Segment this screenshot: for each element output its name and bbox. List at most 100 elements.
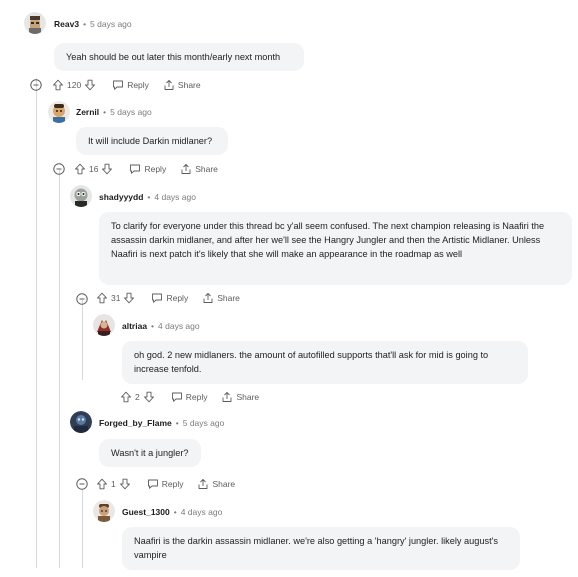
comment-meta: Forged_by_Flame • 5 days ago xyxy=(99,417,224,429)
timestamp[interactable]: 5 days ago xyxy=(183,418,225,428)
downvote-icon[interactable] xyxy=(119,478,131,490)
thread-line[interactable] xyxy=(59,170,60,568)
share-icon xyxy=(221,391,233,403)
vote-count: 120 xyxy=(67,80,82,90)
reply-label: Reply xyxy=(144,164,167,174)
timestamp[interactable]: 5 days ago xyxy=(90,19,132,29)
comment-meta: altriaa • 4 days ago xyxy=(122,320,200,332)
downvote-icon[interactable] xyxy=(123,292,135,304)
comment-text: oh god. 2 new midlaners. the amount of a… xyxy=(134,350,489,374)
share-label: Share xyxy=(212,479,236,489)
avatar[interactable] xyxy=(93,314,115,336)
share-button[interactable]: Share xyxy=(180,163,218,175)
comment-meta: Zernil • 5 days ago xyxy=(76,106,152,118)
timestamp[interactable]: 4 days ago xyxy=(158,321,200,331)
username[interactable]: Guest_1300 xyxy=(122,507,170,517)
thread-line[interactable] xyxy=(36,78,37,568)
separator: • xyxy=(83,19,87,29)
upvote-icon[interactable] xyxy=(74,163,86,175)
separator: • xyxy=(151,321,155,331)
avatar[interactable] xyxy=(70,411,92,433)
share-button[interactable]: Share xyxy=(221,391,259,403)
comment-body: Naafiri is the darkin assassin midlaner.… xyxy=(122,527,520,570)
username[interactable]: Forged_by_Flame xyxy=(99,418,172,428)
upvote-icon[interactable] xyxy=(96,478,108,490)
upvote-icon[interactable] xyxy=(120,391,132,403)
share-label: Share xyxy=(177,80,201,90)
share-icon xyxy=(197,478,209,490)
comment-text: Wasn't it a jungler? xyxy=(111,448,189,458)
comment-body: It will include Darkin midlaner? xyxy=(76,127,228,155)
comment-meta: shadyyydd • 4 days ago xyxy=(99,191,196,203)
avatar[interactable] xyxy=(70,185,92,207)
share-icon xyxy=(180,163,192,175)
reply-button[interactable]: Reply xyxy=(147,478,184,490)
avatar[interactable] xyxy=(24,12,46,34)
vote-count: 16 xyxy=(89,164,99,174)
username[interactable]: altriaa xyxy=(122,321,147,331)
collapse-button[interactable] xyxy=(76,478,88,490)
avatar[interactable] xyxy=(93,500,115,522)
comment-meta: Reav3 • 5 days ago xyxy=(54,18,132,30)
downvote-icon[interactable] xyxy=(84,79,96,91)
separator: • xyxy=(103,107,107,117)
vote-count: 2 xyxy=(135,392,140,402)
comment-actions: 1 Reply Share xyxy=(96,477,235,491)
reply-label: Reply xyxy=(166,293,189,303)
reply-label: Reply xyxy=(127,80,149,90)
reply-icon xyxy=(112,79,124,91)
reply-button[interactable]: Reply xyxy=(112,79,149,91)
avatar[interactable] xyxy=(48,101,70,123)
reply-icon xyxy=(151,292,163,304)
thread-line[interactable] xyxy=(82,300,83,380)
thread-line[interactable] xyxy=(82,490,83,568)
timestamp[interactable]: 4 days ago xyxy=(181,507,223,517)
collapse-button[interactable] xyxy=(53,163,65,175)
share-label: Share xyxy=(195,164,218,174)
collapse-button[interactable] xyxy=(76,293,88,305)
comment-actions: 2 Reply Share xyxy=(120,390,259,404)
comment-actions: 31 Reply Share xyxy=(96,291,240,305)
reply-icon xyxy=(147,478,159,490)
comment-body: Yeah should be out later this month/earl… xyxy=(54,43,304,71)
reply-icon xyxy=(171,391,183,403)
timestamp[interactable]: 5 days ago xyxy=(110,107,152,117)
username[interactable]: shadyyydd xyxy=(99,192,143,202)
username[interactable]: Reav3 xyxy=(54,19,79,29)
upvote-icon[interactable] xyxy=(96,292,108,304)
separator: • xyxy=(173,507,177,517)
comment-body: oh god. 2 new midlaners. the amount of a… xyxy=(122,341,528,384)
comment-actions: 120 Reply Share xyxy=(52,78,201,92)
comment-body: Wasn't it a jungler? xyxy=(99,439,201,467)
separator: • xyxy=(175,418,179,428)
share-button[interactable]: Share xyxy=(197,478,235,490)
share-label: Share xyxy=(217,293,240,303)
comment-actions: 16 Reply Share xyxy=(74,162,218,176)
comment-body: To clarify for everyone under this threa… xyxy=(99,212,572,285)
share-button[interactable]: Share xyxy=(163,79,201,91)
username[interactable]: Zernil xyxy=(76,107,99,117)
reply-button[interactable]: Reply xyxy=(129,163,166,175)
comment-text: Naafiri is the darkin assassin midlaner.… xyxy=(134,536,498,560)
vote-count: 1 xyxy=(111,479,116,489)
comment-text: It will include Darkin midlaner? xyxy=(88,136,213,146)
reply-button[interactable]: Reply xyxy=(171,391,208,403)
timestamp[interactable]: 4 days ago xyxy=(154,192,196,202)
collapse-button[interactable] xyxy=(30,79,42,91)
upvote-icon[interactable] xyxy=(52,79,64,91)
reply-label: Reply xyxy=(185,392,208,402)
vote-count: 31 xyxy=(111,293,121,303)
downvote-icon[interactable] xyxy=(143,391,155,403)
downvote-icon[interactable] xyxy=(101,163,113,175)
reply-icon xyxy=(129,163,141,175)
reply-button[interactable]: Reply xyxy=(151,292,188,304)
comment-text: Yeah should be out later this month/earl… xyxy=(66,52,281,62)
comment-meta: Guest_1300 • 4 days ago xyxy=(122,506,222,518)
comment-text: To clarify for everyone under this threa… xyxy=(111,221,545,259)
share-label: Share xyxy=(236,392,260,402)
separator: • xyxy=(147,192,151,202)
share-icon xyxy=(202,292,214,304)
share-button[interactable]: Share xyxy=(202,292,240,304)
reply-label: Reply xyxy=(161,479,184,489)
share-icon xyxy=(163,79,175,91)
